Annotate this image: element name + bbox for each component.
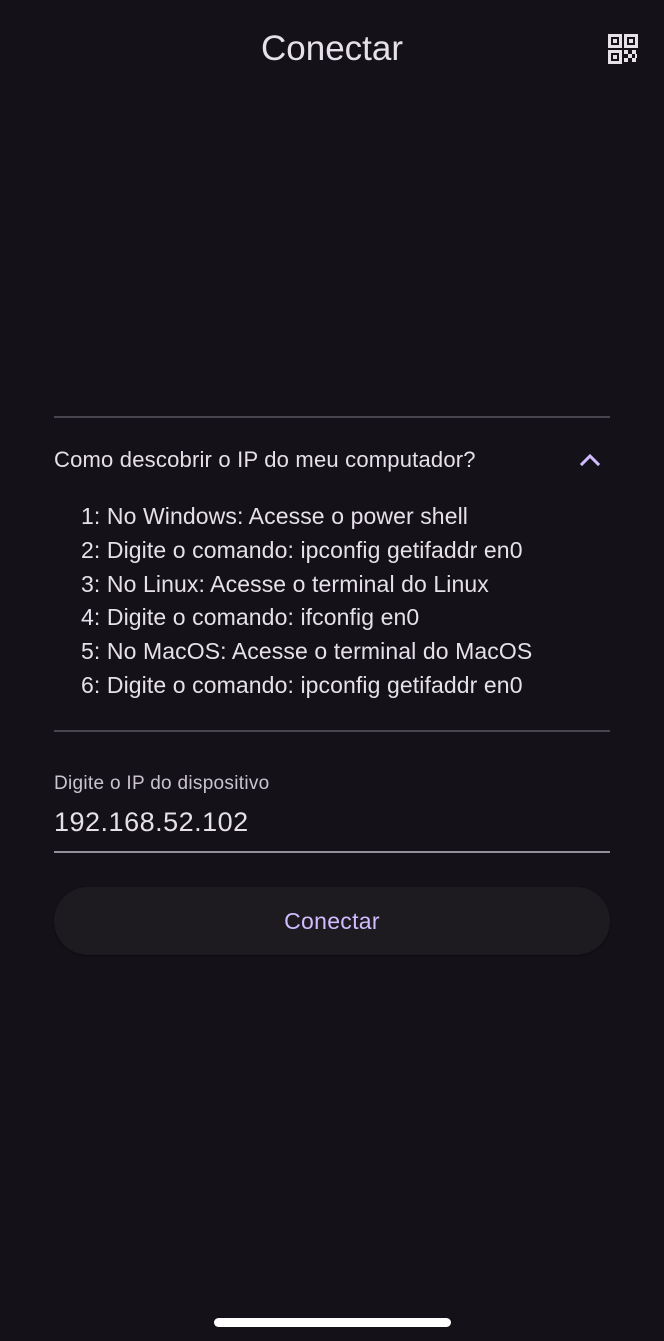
help-step: 3: No Linux: Acesse o terminal do Linux bbox=[81, 570, 489, 597]
ip-help-expansion-header[interactable]: Como descobrir o IP do meu computador? bbox=[54, 420, 610, 500]
qr-code-scanner-icon bbox=[608, 34, 638, 64]
ip-help-steps: 1: No Windows: Acesse o power shell 2: D… bbox=[81, 500, 621, 703]
help-step: 4: Digite o comando: ifconfig en0 bbox=[81, 604, 420, 631]
help-step: 1: No Windows: Acesse o power shell bbox=[81, 503, 469, 529]
ip-field: Digite o IP do dispositivo bbox=[54, 760, 610, 854]
home-indicator bbox=[214, 1318, 451, 1327]
ip-help-title: Como descobrir o IP do meu computador? bbox=[54, 447, 476, 472]
help-step: 6: Digite o comando: ipconfig getifaddr … bbox=[81, 671, 523, 698]
app-bar: Conectar bbox=[0, 0, 664, 100]
help-step: 2: Digite o comando: ipconfig getifaddr … bbox=[81, 536, 523, 563]
qr-scan-button[interactable] bbox=[600, 26, 646, 72]
help-step: 5: No MacOS: Acesse o terminal do MacOS bbox=[81, 638, 533, 665]
help-bottom-divider bbox=[54, 730, 610, 732]
connect-button[interactable]: Conectar bbox=[54, 887, 610, 955]
chevron-up-icon bbox=[579, 453, 601, 467]
ip-field-label: Digite o IP do dispositivo bbox=[54, 773, 270, 794]
page-title: Conectar bbox=[260, 29, 404, 68]
ip-input[interactable] bbox=[54, 802, 610, 842]
ip-field-underline bbox=[54, 851, 610, 853]
help-top-divider bbox=[54, 416, 610, 418]
